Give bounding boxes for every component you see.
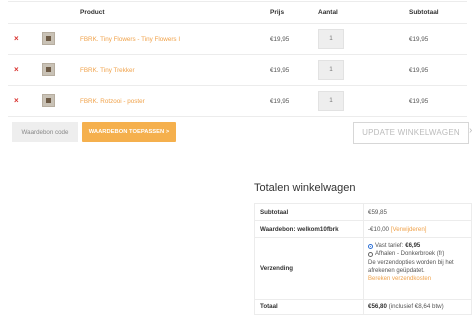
product-link[interactable]: FBRK. Rotzooi - poster <box>80 98 145 105</box>
product-thumbnail[interactable] <box>42 94 55 107</box>
remove-item-icon[interactable]: × <box>14 35 19 43</box>
quantity-input[interactable]: 1 <box>318 91 344 111</box>
subtotal-value: €59,85 <box>368 209 387 216</box>
cart-row: × FBRK. Tiny Flowers - Tiny Flowers I €1… <box>8 24 467 55</box>
header-subtotal: Subtotaal <box>409 9 439 16</box>
radio-checked-icon[interactable] <box>368 243 373 249</box>
shipping-option-flat-label: Vast tarief: <box>375 243 404 249</box>
shipping-options: Vast tarief: €6,95 Afhalen - Donkerbroek… <box>368 242 472 283</box>
product-price: €19,95 <box>270 67 290 74</box>
cart-row: × FBRK. Rotzooi - poster €19,95 1 €19,95 <box>8 86 467 117</box>
column-divider <box>363 300 364 314</box>
remove-item-icon[interactable]: × <box>14 97 19 105</box>
shipping-option-pickup-label: Afhalen - Donkerbroek (fr) <box>375 251 445 258</box>
shipping-note: De verzendopties worden bij het afrekene… <box>368 259 454 274</box>
header-price: Prijs <box>270 9 285 16</box>
apply-coupon-button[interactable]: WAARDEBON TOEPASSEN > <box>82 122 176 142</box>
header-quantity: Aantal <box>318 9 338 16</box>
product-price: €19,95 <box>270 36 290 43</box>
product-thumbnail[interactable] <box>42 32 55 45</box>
coupon-value-cell: -€10,00 [Verwijderen] <box>368 226 427 233</box>
shipping-label: Verzending <box>260 265 294 272</box>
update-cart-button[interactable]: UPDATE WINKELWAGEN <box>353 122 469 144</box>
totals-row-total: Totaal €56,80 (inclusief €8,64 btw) <box>255 300 471 314</box>
totals-row-coupon: Waardebon: welkom10fbrk -€10,00 [Verwijd… <box>255 221 471 238</box>
product-thumbnail[interactable] <box>42 63 55 76</box>
total-value-cell: €56,80 (inclusief €8,64 btw) <box>368 303 444 310</box>
coupon-discount-value: -€10,00 <box>368 226 389 233</box>
cart-table-header: Product Prijs Aantal Subtotaal <box>8 2 467 24</box>
cart-totals-title: Totalen winkelwagen <box>254 182 356 194</box>
column-divider <box>363 238 364 299</box>
header-product: Product <box>80 9 105 16</box>
chevron-right-icon: › <box>469 125 473 136</box>
product-price: €19,95 <box>270 98 290 105</box>
coupon-code-input[interactable] <box>12 122 78 142</box>
remove-coupon-link[interactable]: [Verwijderen] <box>391 226 427 233</box>
cart-actions: WAARDEBON TOEPASSEN > UPDATE WINKELWAGEN… <box>8 117 475 147</box>
totals-row-subtotal: Subtotaal €59,85 <box>255 204 471 221</box>
quantity-input[interactable]: 1 <box>318 29 344 49</box>
shipping-option-flat-rate[interactable]: Vast tarief: €6,95 <box>368 242 472 250</box>
radio-unchecked-icon[interactable] <box>368 251 373 257</box>
line-subtotal: €19,95 <box>409 67 429 74</box>
cart-table: Product Prijs Aantal Subtotaal × FBRK. T… <box>8 1 467 117</box>
line-subtotal: €19,95 <box>409 36 429 43</box>
column-divider <box>363 221 364 237</box>
quantity-input[interactable]: 1 <box>318 60 344 80</box>
shipping-option-flat-price: €6,95 <box>405 243 421 249</box>
column-divider <box>363 204 364 220</box>
product-link[interactable]: FBRK. Tiny Trekker <box>80 67 135 74</box>
total-value: €56,80 <box>368 303 387 310</box>
cart-totals-table: Subtotaal €59,85 Waardebon: welkom10fbrk… <box>254 203 472 315</box>
subtotal-label: Subtotaal <box>260 209 289 216</box>
remove-item-icon[interactable]: × <box>14 66 19 74</box>
coupon-label: Waardebon: welkom10fbrk <box>260 226 339 233</box>
cart-row: × FBRK. Tiny Trekker €19,95 1 €19,95 <box>8 55 467 86</box>
shipping-option-pickup[interactable]: Afhalen - Donkerbroek (fr) <box>368 250 472 258</box>
total-label: Totaal <box>260 303 278 310</box>
product-link[interactable]: FBRK. Tiny Flowers - Tiny Flowers I <box>80 36 180 43</box>
totals-row-shipping: Verzending Vast tarief: €6,95 Afhalen - … <box>255 238 471 300</box>
total-tax-note: (inclusief €8,64 btw) <box>388 303 444 310</box>
calculate-shipping-link[interactable]: Bereken verzendkosten <box>368 275 472 283</box>
line-subtotal: €19,95 <box>409 98 429 105</box>
